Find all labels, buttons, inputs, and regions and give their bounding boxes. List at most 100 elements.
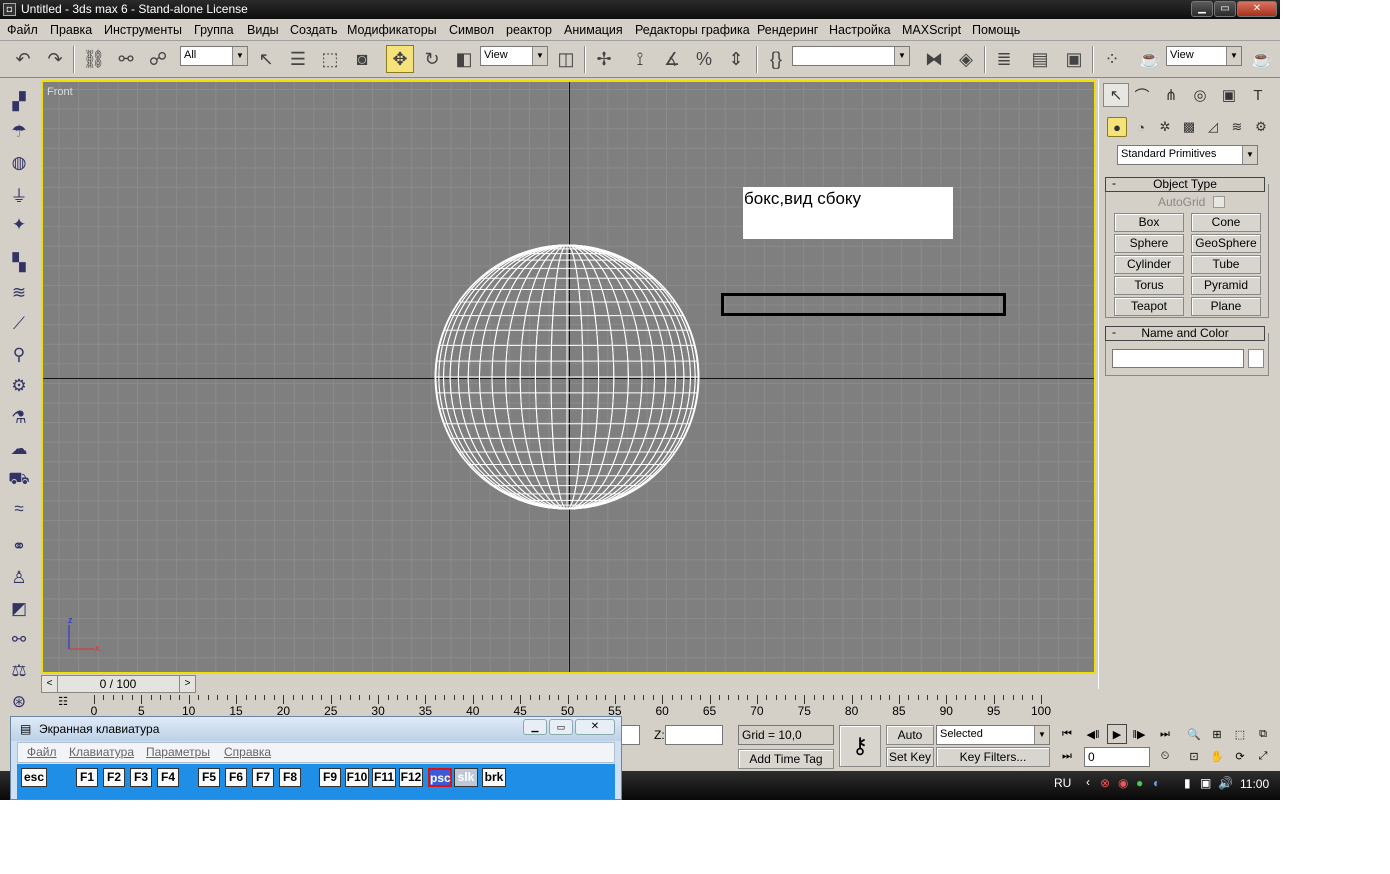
torus-button[interactable]: Torus (1114, 276, 1184, 295)
current-frame-field[interactable]: 0 (1084, 747, 1150, 767)
unlink-icon[interactable]: ⚯ (112, 45, 140, 73)
box-button[interactable]: Box (1114, 213, 1184, 232)
object-type-title[interactable]: - Object Type (1105, 177, 1265, 192)
rectangular-selection-icon[interactable]: ⬚ (316, 45, 344, 73)
key-esc[interactable]: esc (21, 768, 47, 787)
key-f7[interactable]: F7 (252, 768, 274, 787)
shapes-icon[interactable]: ◔ (1131, 117, 1151, 137)
menu-group[interactable]: Группа (194, 23, 234, 37)
align-icon[interactable]: ◈ (952, 45, 980, 73)
point-to-point-icon[interactable]: ⚯ (6, 627, 32, 653)
material-editor-icon[interactable]: ⁘ (1098, 45, 1126, 73)
teapot-button[interactable]: Teapot (1114, 297, 1184, 316)
play-icon[interactable]: ▶ (1107, 724, 1127, 744)
ragdoll-icon[interactable]: ♙ (6, 565, 32, 591)
select-by-name-icon[interactable]: ☰ (284, 45, 312, 73)
name-color-title[interactable]: - Name and Color (1105, 326, 1265, 341)
toy-car-icon[interactable]: ⛟ (6, 467, 32, 493)
arc-rotate-icon[interactable]: ⟳ (1230, 746, 1250, 766)
maximize-button[interactable]: ▭ (1214, 1, 1236, 17)
cone-button[interactable]: Cone (1191, 213, 1261, 232)
next-frame-arrow-icon[interactable]: > (179, 676, 195, 692)
space-warps-icon[interactable]: ≋ (1227, 117, 1247, 137)
menu-rendering[interactable]: Рендеринг (757, 23, 818, 37)
window-crossing-icon[interactable]: ◙ (348, 45, 376, 73)
object-name-field[interactable] (1112, 349, 1244, 368)
osk-menu-keyboard[interactable]: Клавиатура (69, 743, 134, 762)
next-frame-icon[interactable]: ‖▶ (1129, 724, 1149, 744)
menu-views[interactable]: Виды (247, 23, 279, 37)
key-f5[interactable]: F5 (198, 768, 220, 787)
systems-icon[interactable]: ⚙ (1251, 117, 1271, 137)
coordinate-field-y[interactable] (620, 725, 640, 745)
menu-reactor[interactable]: реактор (506, 23, 552, 37)
go-to-start-icon[interactable]: ⏮ (1057, 724, 1077, 744)
clock[interactable]: 11:00 (1240, 777, 1269, 791)
schematic-view-icon[interactable]: ▣ (1060, 45, 1088, 73)
key-f3[interactable]: F3 (130, 768, 152, 787)
display-tab-icon[interactable]: ▣ (1216, 83, 1242, 107)
zoom-extents-all-icon[interactable]: ⧉ (1253, 724, 1273, 744)
key-f12[interactable]: F12 (399, 768, 423, 787)
percent-snap-icon[interactable]: % (690, 45, 718, 73)
menu-customize[interactable]: Настройка (829, 23, 891, 37)
geosphere-button[interactable]: GeoSphere (1191, 234, 1261, 253)
antivirus-icon[interactable]: ◉ (1118, 776, 1128, 790)
fracture-icon[interactable]: ⚗ (6, 405, 32, 431)
prismatic-icon[interactable]: ⚖ (6, 658, 32, 684)
sphere-button[interactable]: Sphere (1114, 234, 1184, 253)
menu-help[interactable]: Помощь (972, 23, 1020, 37)
key-f8[interactable]: F8 (279, 768, 301, 787)
safely-remove-icon[interactable]: ▮ (1184, 776, 1191, 790)
volume-icon[interactable]: 🔊 (1218, 776, 1233, 790)
rope-icon[interactable]: ⏚ (6, 181, 32, 207)
network-status-icon[interactable]: ◐ (1153, 776, 1160, 790)
render-view-dropdown[interactable]: View ▼ (1166, 46, 1242, 66)
osk-menu-settings[interactable]: Параметры (146, 743, 210, 762)
front-viewport[interactable]: Front бокс,вид сбоку z x (41, 80, 1096, 674)
close-button[interactable]: ✕ (1237, 1, 1277, 17)
prev-frame-arrow-icon[interactable]: < (42, 676, 58, 692)
key-f4[interactable]: F4 (157, 768, 179, 787)
key-f11[interactable]: F11 (372, 768, 396, 787)
geometry-icon[interactable]: ● (1107, 117, 1127, 137)
undo-icon[interactable]: ↶ (9, 45, 37, 73)
hierarchy-tab-icon[interactable]: ⋔ (1158, 83, 1184, 107)
osk-maximize-button[interactable]: ▭ (549, 719, 573, 735)
spinner-snap-icon[interactable]: ⇕ (722, 45, 750, 73)
object-color-swatch[interactable] (1248, 349, 1264, 368)
plane-icon[interactable]: ▚ (6, 250, 32, 276)
preview-icon[interactable]: ⊛ (6, 689, 32, 715)
select-rotate-icon[interactable]: ↻ (418, 45, 446, 73)
box-object[interactable] (721, 293, 1006, 316)
select-scale-icon[interactable]: ◧ (450, 45, 478, 73)
menu-character[interactable]: Символ (449, 23, 494, 37)
network-icon[interactable]: ▣ (1200, 776, 1211, 790)
menu-edit[interactable]: Правка (50, 23, 92, 37)
previous-frame-icon[interactable]: ◀‖ (1083, 724, 1103, 744)
sphere-wireframe[interactable] (432, 242, 702, 512)
select-move-icon[interactable]: ✥ (386, 45, 414, 73)
layer-manager-icon[interactable]: ≣ (990, 45, 1018, 73)
zoom-extents-icon[interactable]: ⬚ (1230, 724, 1250, 744)
bind-space-warp-icon[interactable]: ☍ (144, 45, 172, 73)
key-filters-button[interactable]: Key Filters... (936, 747, 1050, 767)
time-slider[interactable]: < 0 / 100 > (41, 675, 196, 693)
cameras-icon[interactable]: ▩ (1179, 117, 1199, 137)
menu-modifiers[interactable]: Модификаторы (347, 23, 437, 37)
deforming-mesh-icon[interactable]: ✦ (6, 212, 32, 238)
reference-coordinate-dropdown[interactable]: View ▼ (480, 46, 548, 66)
osk-menu-file[interactable]: Файл (27, 743, 57, 762)
zoom-icon[interactable]: 🔍 (1184, 724, 1204, 744)
region-zoom-icon[interactable]: ⊡ (1184, 746, 1204, 766)
chevron-left-icon[interactable]: ‹ (1086, 775, 1090, 789)
menu-maxscript[interactable]: MAXScript (902, 23, 961, 37)
auto-key-button[interactable]: Auto Key (886, 725, 934, 760)
spring-icon[interactable]: ≋ (6, 280, 32, 306)
gear-icon[interactable]: ⚙ (6, 373, 32, 399)
render-scene-icon[interactable]: ☕ (1136, 45, 1164, 73)
menu-file[interactable]: Файл (7, 23, 38, 37)
edit-named-selection-icon[interactable]: {} (762, 45, 790, 73)
key-mode-dropdown[interactable]: Selected ▼ (936, 725, 1050, 745)
quick-render-icon[interactable]: ☕ (1248, 45, 1276, 73)
